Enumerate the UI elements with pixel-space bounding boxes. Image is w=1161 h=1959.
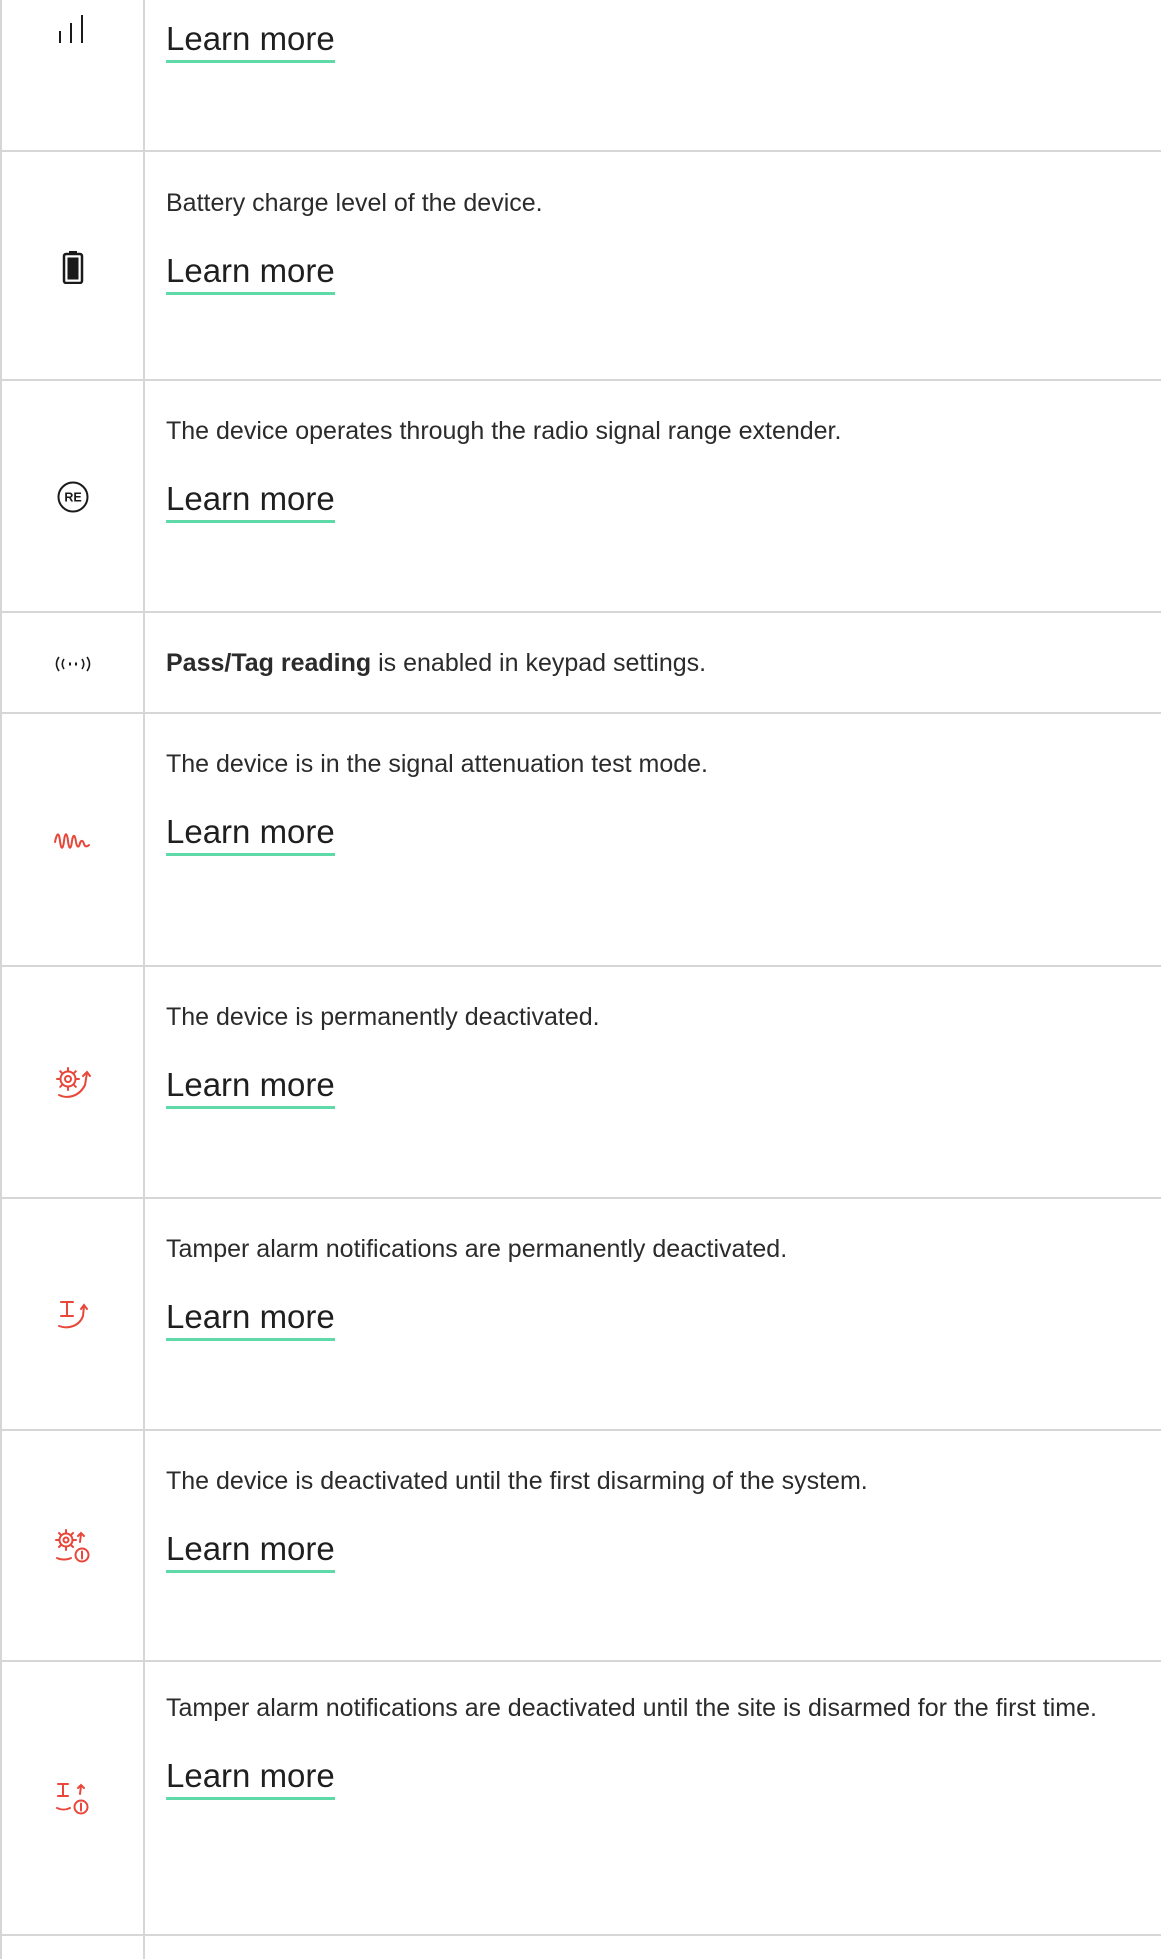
tamper-deactivated-until-disarm-icon [54,1780,92,1818]
text-cell: Tamper alarm notifications are deactivat… [166,1689,1151,1800]
icon-cell [2,152,143,381]
row-description: The device is deactivated until the firs… [166,1467,868,1495]
text-cell: Pass/Tag reading is enabled in keypad se… [166,644,1151,682]
tamper-permanently-deactivated-icon [55,1298,91,1332]
row-description-rest: is enabled in keypad settings. [371,649,707,677]
text-cell: Battery charge level of the device. Lear… [166,184,1151,295]
attenuation-test-icon [53,828,93,854]
icons-table: Learn more Battery charge level of the d… [0,0,1161,1959]
icon-cell [2,967,143,1199]
table-row: Learn more [0,0,1161,152]
icon-cell [2,1199,143,1431]
table-row: The device is deactivated until the firs… [0,1431,1161,1662]
text-cell: Learn more [166,20,1151,63]
table-row: Tamper alarm notifications are permanent… [0,1199,1161,1431]
row-description: The device is in the signal attenuation … [166,750,708,778]
table-row: The device is in the signal attenuation … [0,714,1161,967]
row-description-bold: Pass/Tag reading [166,649,372,677]
learn-more-link[interactable]: Learn more [166,1757,335,1800]
deactivated-until-disarm-icon [53,1528,93,1566]
learn-more-link[interactable]: Learn more [166,480,335,523]
pass-tag-reading-icon [53,654,93,674]
svg-text:RE: RE [64,491,81,505]
text-cell: The device is deactivated until the firs… [166,1462,1151,1573]
text-cell: The device operates through the radio si… [166,412,1151,523]
table-row: Battery charge level of the device. Lear… [0,152,1161,381]
learn-more-link[interactable]: Learn more [166,252,335,295]
icon-cell [2,714,143,967]
icon-cell [2,1662,143,1936]
icon-cell: RE [2,381,143,613]
row-description: Tamper alarm notifications are permanent… [166,1235,788,1263]
table-row: Tamper alarm notifications are deactivat… [0,1662,1161,1936]
row-description: Battery charge level of the device. [166,189,543,217]
row-description: Pass/Tag reading is enabled in keypad se… [166,644,1126,682]
permanently-deactivated-icon [53,1065,93,1101]
learn-more-link[interactable]: Learn more [166,1530,335,1573]
icon-cell [2,0,143,152]
text-cell: The device is permanently deactivated. L… [166,998,1151,1109]
table-row: RE The device operates through the radio… [0,381,1161,613]
learn-more-link[interactable]: Learn more [166,1066,335,1109]
table-row: Pass/Tag reading is enabled in keypad se… [0,613,1161,714]
icon-cell [2,1431,143,1662]
learn-more-link[interactable]: Learn more [166,813,335,856]
signal-strength-icon [56,14,90,44]
row-description: The device operates through the radio si… [166,417,842,445]
row-description: Tamper alarm notifications are deactivat… [166,1694,1097,1722]
battery-icon [62,250,84,284]
learn-more-link[interactable]: Learn more [166,1298,335,1341]
row-description: The device is permanently deactivated. [166,1003,600,1031]
icon-cell [2,613,143,714]
range-extender-icon: RE [56,480,90,514]
table-row: The device is permanently deactivated. L… [0,967,1161,1199]
learn-more-link[interactable]: Learn more [166,20,335,63]
text-cell: Tamper alarm notifications are permanent… [166,1230,1151,1341]
row-divider [0,1934,1161,1936]
text-cell: The device is in the signal attenuation … [166,745,1151,856]
